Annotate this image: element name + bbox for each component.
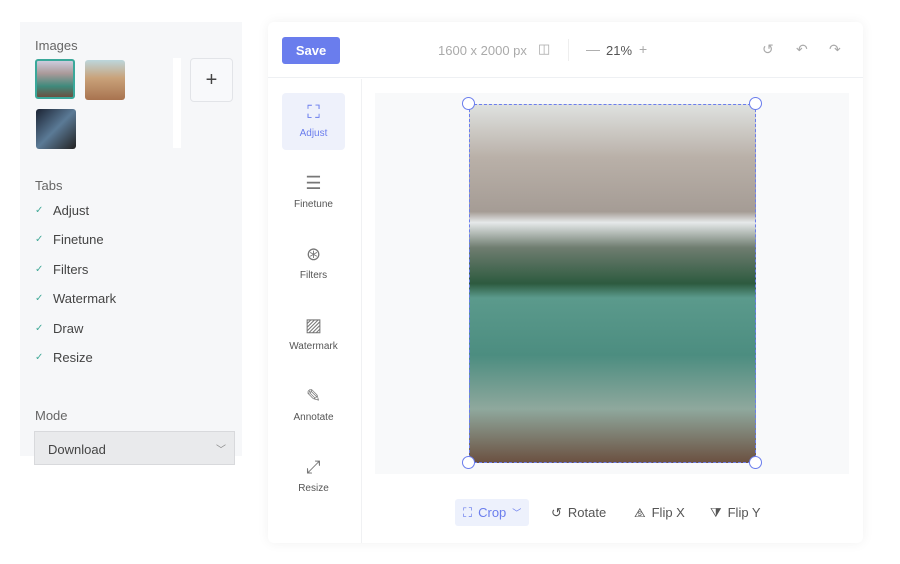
images-label: Images: [35, 38, 78, 53]
checkbox-label: Watermark: [53, 291, 117, 306]
crop-handle-bottom-right[interactable]: [749, 456, 762, 469]
checkbox-label: Draw: [53, 321, 84, 336]
flip-y-button[interactable]: ⧩ Flip Y: [702, 499, 769, 526]
chevron-down-icon: ﹀: [216, 445, 226, 456]
mode-label: Mode: [35, 408, 68, 423]
crop-handle-top-right[interactable]: [749, 97, 762, 110]
tool-label: Finetune: [294, 199, 333, 210]
check-icon: ✓: [35, 352, 44, 363]
check-icon: ✓: [35, 264, 44, 275]
image-editor: Save 1600 x 2000 px ◫ — 21% + ↺ ↶ ↷ ⛶ Adj…: [268, 22, 863, 543]
compare-icon[interactable]: ◫: [538, 41, 550, 57]
chevron-down-icon: ﹀: [512, 508, 522, 518]
rotate-icon: ↺: [551, 504, 562, 520]
check-icon: ✓: [35, 293, 44, 304]
tool-label: Resize: [298, 483, 329, 494]
undo-icon[interactable]: ↶: [796, 41, 808, 58]
checkbox-label: Filters: [53, 262, 89, 277]
redo-icon[interactable]: ↷: [829, 41, 841, 58]
crop-icon: ⛶: [463, 504, 473, 520]
tool-label: Adjust: [299, 128, 328, 139]
flip-x-label: Flip X: [651, 505, 685, 520]
tool-label: Watermark: [289, 341, 338, 352]
thumbnail-scrollbar[interactable]: [173, 58, 181, 148]
crop-label: Crop: [478, 505, 507, 520]
tab-checkbox-filters[interactable]: ✓ Filters: [35, 262, 88, 277]
flip-x-button[interactable]: ⧌ Flip X: [626, 499, 693, 526]
tool-adjust[interactable]: ⛶ Adjust: [282, 93, 345, 150]
pencil-icon: ✎: [305, 386, 322, 406]
check-icon: ✓: [35, 323, 44, 334]
check-icon: ✓: [35, 234, 44, 245]
add-image-button[interactable]: +: [190, 58, 233, 102]
zoom-in-button[interactable]: +: [639, 41, 647, 57]
tool-sidebar: ⛶ Adjust ☰ Finetune ⊛ Filters ▨ Watermark ✎ A…: [268, 79, 362, 543]
reset-icon[interactable]: ↺: [762, 41, 774, 58]
tab-checkbox-draw[interactable]: ✓ Draw: [35, 321, 83, 336]
flip-y-label: Flip Y: [727, 505, 761, 520]
divider: [568, 39, 569, 61]
rotate-button[interactable]: ↺ Rotate: [543, 499, 614, 526]
tool-resize[interactable]: ⤢ Resize: [282, 448, 345, 505]
tab-checkbox-adjust[interactable]: ✓ Adjust: [35, 203, 89, 218]
tool-label: Annotate: [293, 412, 334, 423]
flip-x-icon: ⧌: [634, 504, 646, 520]
image-thumb-temple[interactable]: [85, 60, 125, 100]
tab-checkbox-finetune[interactable]: ✓ Finetune: [35, 232, 104, 247]
crop-handle-top-left[interactable]: [462, 97, 475, 110]
save-button[interactable]: Save: [282, 37, 340, 64]
crop-handle-bottom-left[interactable]: [462, 456, 475, 469]
crop-rectangle[interactable]: [469, 104, 756, 463]
tab-checkbox-resize[interactable]: ✓ Resize: [35, 350, 93, 365]
filters-icon: ⊛: [305, 244, 322, 264]
sliders-icon: ☰: [305, 173, 322, 193]
editor-header: Save 1600 x 2000 px ◫ — 21% + ↺ ↶ ↷: [268, 22, 863, 78]
settings-panel: Images + Tabs ✓ Adjust ✓ Finetune ✓ Filters…: [20, 22, 242, 456]
tool-annotate[interactable]: ✎ Annotate: [282, 377, 345, 434]
checkbox-label: Finetune: [53, 232, 104, 247]
tool-label: Filters: [299, 270, 328, 281]
checkbox-label: Resize: [53, 350, 93, 365]
crop-frame-icon: ⛶: [307, 102, 320, 122]
zoom-out-button[interactable]: —: [586, 41, 600, 57]
mode-select[interactable]: Download ﹀: [34, 431, 235, 465]
tab-checkbox-watermark[interactable]: ✓ Watermark: [35, 291, 116, 306]
image-thumb-cave[interactable]: [36, 109, 76, 149]
checkbox-label: Adjust: [53, 203, 90, 218]
tool-watermark[interactable]: ▨ Watermark: [282, 306, 345, 363]
flip-y-icon: ⧩: [710, 504, 722, 520]
resize-icon: ⤢: [306, 457, 321, 477]
crop-dropdown-button[interactable]: ⛶ Crop ﹀: [455, 499, 530, 526]
tool-filters[interactable]: ⊛ Filters: [282, 235, 345, 292]
image-thumb-lake[interactable]: [35, 59, 75, 99]
tool-finetune[interactable]: ☰ Finetune: [282, 164, 345, 221]
zoom-level: 21%: [606, 43, 633, 58]
mode-value: Download: [48, 442, 106, 457]
image-icon: ▨: [304, 315, 322, 335]
tabs-label: Tabs: [35, 178, 63, 193]
rotate-label: Rotate: [567, 505, 607, 520]
check-icon: ✓: [35, 205, 44, 216]
image-dimensions: 1600 x 2000 px: [438, 43, 527, 58]
